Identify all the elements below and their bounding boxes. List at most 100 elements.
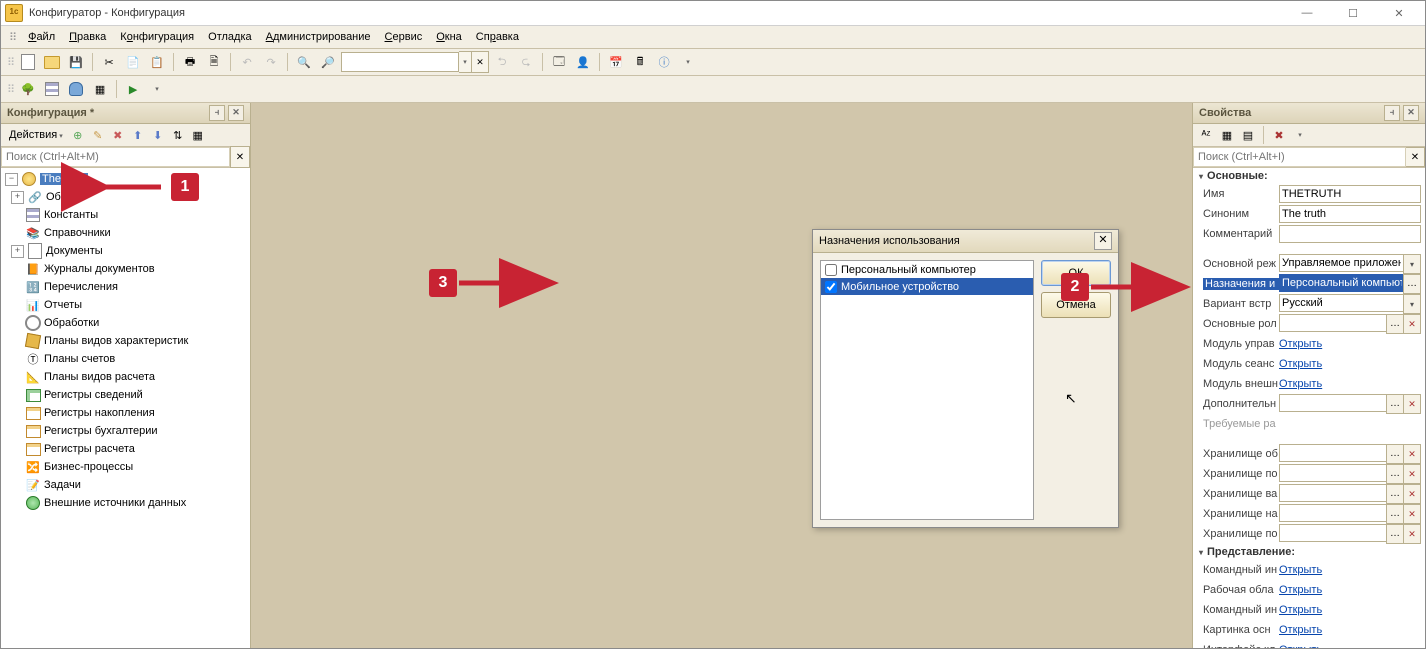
tree-item-calc-reg[interactable]: Регистры расчета xyxy=(1,440,250,458)
comment-input[interactable] xyxy=(1279,225,1421,243)
up-button[interactable]: ⬆ xyxy=(129,126,147,144)
nav-fwd-button[interactable]: ⮎ xyxy=(515,51,537,73)
search-input[interactable] xyxy=(341,52,459,72)
open-link[interactable]: Открыть xyxy=(1279,604,1322,616)
open-link[interactable]: Открыть xyxy=(1279,624,1322,636)
option-mobile-checkbox[interactable] xyxy=(825,281,837,293)
maximize-button[interactable]: ☐ xyxy=(1331,2,1375,24)
tree-item-common[interactable]: +🔗Общие xyxy=(1,188,250,206)
menu-admin[interactable]: Администрирование xyxy=(260,29,377,45)
additional-clear[interactable]: ✕ xyxy=(1403,394,1421,414)
sort-az-button[interactable]: ᴬᶻ xyxy=(1197,126,1215,144)
tree-item-constants[interactable]: Константы xyxy=(1,206,250,224)
delete-button[interactable]: ✖ xyxy=(109,126,127,144)
panel-close-button[interactable]: ✕ xyxy=(1403,105,1419,121)
menu-file[interactable]: Файл xyxy=(22,29,61,45)
open-link[interactable]: Открыть xyxy=(1279,644,1322,648)
undo-button[interactable]: ↶ xyxy=(236,51,258,73)
category-button[interactable]: ▦ xyxy=(1218,126,1236,144)
option-mobile[interactable]: Мобильное устройство xyxy=(821,278,1033,295)
storage4-input[interactable] xyxy=(1279,504,1387,522)
ok-button[interactable]: ОК xyxy=(1041,260,1111,286)
run-button[interactable]: ▶ xyxy=(122,78,144,100)
copy-button[interactable]: 📄 xyxy=(122,51,144,73)
tree-item-calc-plans[interactable]: 📐Планы видов расчета xyxy=(1,368,250,386)
actions-menu[interactable]: Действия▾ xyxy=(5,128,67,142)
nav-back-button[interactable]: ⮌ xyxy=(491,51,513,73)
paste-button[interactable]: 📋 xyxy=(146,51,168,73)
clear-button[interactable]: ✖ xyxy=(1270,126,1288,144)
option-pc[interactable]: Персональный компьютер xyxy=(821,261,1033,278)
group-main[interactable]: ▾Основные: xyxy=(1193,168,1425,184)
tree-item-ext-data[interactable]: Внешние источники данных xyxy=(1,494,250,512)
open-button[interactable] xyxy=(41,51,63,73)
properties-list[interactable]: ▾Основные: Имя Синоним Комментарий Основ… xyxy=(1193,168,1425,648)
config-list-button[interactable] xyxy=(41,78,63,100)
tree-item-account-plans[interactable]: ⓉПланы счетов xyxy=(1,350,250,368)
additional-input[interactable] xyxy=(1279,394,1387,412)
open-link[interactable]: Открыть xyxy=(1279,338,1322,350)
mode-dropdown[interactable]: ▾ xyxy=(1403,254,1421,274)
add-button[interactable]: ⊕ xyxy=(69,126,87,144)
tool-b-button[interactable]: 👤 xyxy=(572,51,594,73)
open-link[interactable]: Открыть xyxy=(1279,584,1322,596)
tree-item-char-plans[interactable]: Планы видов характеристик xyxy=(1,332,250,350)
option-pc-checkbox[interactable] xyxy=(825,264,837,276)
menu-config[interactable]: Конфигурация xyxy=(114,29,200,45)
expand-toggle[interactable]: + xyxy=(11,191,24,204)
storage1-input[interactable] xyxy=(1279,444,1387,462)
config-tree-button[interactable]: 🌳 xyxy=(17,78,39,100)
help-dd-button[interactable]: ▾ xyxy=(677,51,699,73)
expand-toggle[interactable]: − xyxy=(5,173,18,186)
tree-item-enums[interactable]: 🔢Перечисления xyxy=(1,278,250,296)
print-button[interactable]: 🖶 xyxy=(179,51,201,73)
tree-item-journals[interactable]: 📙Журналы документов xyxy=(1,260,250,278)
language-dropdown[interactable]: ▾ xyxy=(1403,294,1421,314)
name-input[interactable] xyxy=(1279,185,1421,203)
open-link[interactable]: Открыть xyxy=(1279,564,1322,576)
dd-button[interactable]: ▾ xyxy=(1291,126,1309,144)
assignments-list[interactable]: Персональный компьютер Мобильное устройс… xyxy=(820,260,1034,520)
tree-item-reports[interactable]: 📊Отчеты xyxy=(1,296,250,314)
cut-button[interactable]: ✂ xyxy=(98,51,120,73)
tree-item-acc-reg[interactable]: Регистры бухгалтерии xyxy=(1,422,250,440)
additional-dots[interactable]: … xyxy=(1386,394,1404,414)
preview-button[interactable]: 🗎 xyxy=(203,51,225,73)
close-button[interactable]: ✕ xyxy=(1377,2,1421,24)
edit-button[interactable]: ✎ xyxy=(89,126,107,144)
assignments-input[interactable] xyxy=(1279,274,1404,292)
filter-button[interactable]: ▤ xyxy=(1239,126,1257,144)
config-search-clear[interactable]: ✕ xyxy=(230,146,250,168)
tool-a-button[interactable]: 🗔 xyxy=(548,51,570,73)
calc-button[interactable]: 🖩 xyxy=(629,51,651,73)
properties-search-input[interactable] xyxy=(1193,147,1406,167)
tree-item-tasks[interactable]: 📝Задачи xyxy=(1,476,250,494)
menu-service[interactable]: Сервис xyxy=(379,29,429,45)
tree-item-bp[interactable]: 🔀Бизнес-процессы xyxy=(1,458,250,476)
new-button[interactable] xyxy=(17,51,39,73)
redo-button[interactable]: ↷ xyxy=(260,51,282,73)
form-button[interactable]: ▦ xyxy=(89,78,111,100)
tree-item-info-reg[interactable]: Регистры сведений xyxy=(1,386,250,404)
open-link[interactable]: Открыть xyxy=(1279,378,1322,390)
tree-root[interactable]: − TheTruth xyxy=(1,170,250,188)
panel-pin-button[interactable]: ⫞ xyxy=(1384,105,1400,121)
storage3-input[interactable] xyxy=(1279,484,1387,502)
assignments-dots[interactable]: … xyxy=(1403,274,1421,294)
config-search-input[interactable] xyxy=(1,147,230,167)
find-button[interactable]: 🔍 xyxy=(293,51,315,73)
save-button[interactable]: 💾 xyxy=(65,51,87,73)
cancel-button[interactable]: Отмена xyxy=(1041,292,1111,318)
minimize-button[interactable]: — xyxy=(1285,2,1329,24)
zoom-button[interactable]: 🔎 xyxy=(317,51,339,73)
tree-item-processing[interactable]: Обработки xyxy=(1,314,250,332)
panel-pin-button[interactable]: ⫞ xyxy=(209,105,225,121)
roles-clear[interactable]: ✕ xyxy=(1403,314,1421,334)
roles-input[interactable] xyxy=(1279,314,1387,332)
synonym-input[interactable] xyxy=(1279,205,1421,223)
properties-search-clear[interactable]: ✕ xyxy=(1406,147,1425,167)
db-button[interactable] xyxy=(65,78,87,100)
open-link[interactable]: Открыть xyxy=(1279,358,1322,370)
menu-debug[interactable]: Отладка xyxy=(202,29,257,45)
calendar-button[interactable]: 📅 xyxy=(605,51,627,73)
